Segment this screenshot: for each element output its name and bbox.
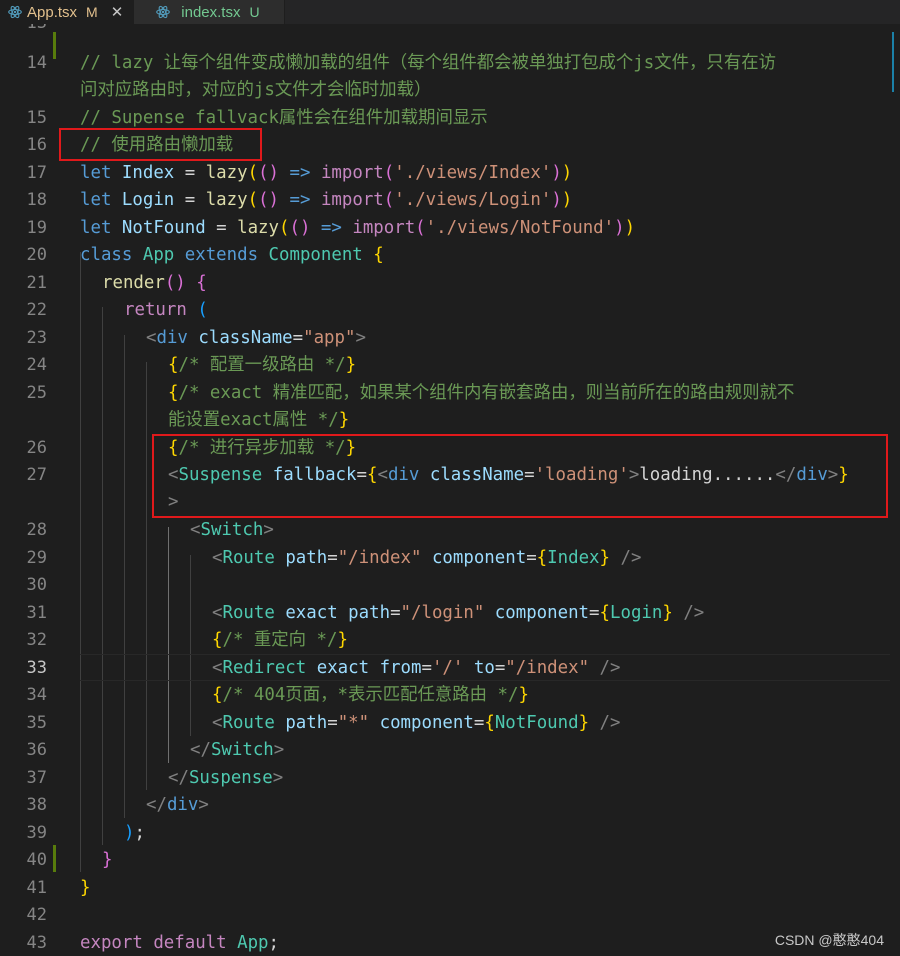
untracked-badge: U <box>249 4 260 20</box>
code-editor[interactable]: 13 14 // lazy 让每个组件变成懒加载的组件（每个组件都会被单独打包成… <box>0 24 900 956</box>
code-line: 36 </Switch> <box>0 737 900 764</box>
line-number: 41 <box>26 878 47 898</box>
tab-app-tsx[interactable]: App.tsx M ✕ <box>0 0 135 24</box>
code-text: <Route path="*" component={NotFound} /> <box>212 713 621 733</box>
code-text: class App extends Component { <box>80 245 384 265</box>
line-number: 26 <box>26 438 47 458</box>
code-line: 24 {/* 配置一级路由 */} <box>0 352 900 379</box>
line-number: 16 <box>26 135 47 155</box>
code-line: 39 ); <box>0 820 900 847</box>
code-text: {/* 404页面，*表示匹配任意路由 */} <box>212 685 529 705</box>
tab-label: App.tsx <box>27 3 78 21</box>
watermark: CSDN @憨憨404 <box>774 932 884 948</box>
code-text: </Switch> <box>190 740 285 760</box>
line-number: 21 <box>26 273 47 293</box>
code-line: 19 let NotFound = lazy(() => import('./v… <box>0 215 900 242</box>
line-number: 34 <box>26 685 47 705</box>
comment-text: // lazy 让每个组件变成懒加载的组件（每个组件都会被单独打包成个js文件，… <box>80 53 776 73</box>
code-text: } <box>80 878 91 898</box>
line-number: 43 <box>26 933 47 953</box>
code-line: 40 } <box>0 847 900 874</box>
code-text: {/* exact 精准匹配，如果某个组件内有嵌套路由，则当前所在的路由规则就不 <box>168 383 795 403</box>
react-icon <box>156 5 171 19</box>
line-number: 17 <box>26 163 47 183</box>
code-line: 35 <Route path="*" component={NotFound} … <box>0 710 900 737</box>
code-line: 28 <Switch> <box>0 517 900 544</box>
code-text: let NotFound = lazy(() => import('./view… <box>80 218 636 238</box>
code-text: let Login = lazy(() => import('./views/L… <box>80 190 573 210</box>
line-number: 28 <box>26 520 47 540</box>
line-number: 38 <box>26 795 47 815</box>
code-line: 32 {/* 重定向 */} <box>0 627 900 654</box>
line-number: 15 <box>26 108 47 128</box>
code-line: 30 <box>0 572 900 599</box>
code-text: <Route exact path="/login" component={Lo… <box>212 603 705 623</box>
line-number: 23 <box>26 328 47 348</box>
line-number: 40 <box>26 850 47 870</box>
code-text: <Redirect exact from='/' to="/index" /> <box>212 658 621 678</box>
line-number: 24 <box>26 355 47 375</box>
tab-index-tsx[interactable]: index.tsx U <box>134 0 285 24</box>
line-number: 14 <box>26 53 47 73</box>
line-number: 30 <box>26 575 47 595</box>
code-text: 能设置exact属性 */} <box>168 410 350 430</box>
code-text: </Suspense> <box>168 768 284 788</box>
code-line: 20 class App extends Component { <box>0 242 900 269</box>
code-text: let Index = lazy(() => import('./views/I… <box>80 163 573 183</box>
code-line: 31 <Route exact path="/login" component=… <box>0 600 900 627</box>
code-line: 38 </div> <box>0 792 900 819</box>
code-line: 42 <box>0 902 900 929</box>
line-number: 18 <box>26 190 47 210</box>
code-text: <Switch> <box>190 520 274 540</box>
code-text: export default App; <box>80 933 279 953</box>
line-number: 27 <box>26 465 47 485</box>
comment-text: 问对应路由时，对应的js文件才会临时加载） <box>80 80 432 100</box>
code-text: <div className="app"> <box>146 328 366 348</box>
code-text: render() { <box>102 273 207 293</box>
code-text: <Route path="/index" component={Index} /… <box>212 548 642 568</box>
annotation-box <box>152 434 888 518</box>
code-line: 29 <Route path="/index" component={Index… <box>0 545 900 572</box>
code-line: 22 return ( <box>0 297 900 324</box>
line-number: 20 <box>26 245 47 265</box>
annotation-box <box>59 128 262 161</box>
code-line: 14 // lazy 让每个组件变成懒加载的组件（每个组件都会被单独打包成个js… <box>0 50 900 104</box>
tab-label: index.tsx <box>181 3 241 21</box>
code-line: 25 {/* exact 精准匹配，如果某个组件内有嵌套路由，则当前所在的路由规… <box>0 380 900 434</box>
code-line: 23 <div className="app"> <box>0 325 900 352</box>
line-number: 29 <box>26 548 47 568</box>
modified-badge: M <box>86 4 98 20</box>
code-text: return ( <box>124 300 208 320</box>
line-number: 39 <box>26 823 47 843</box>
code-line: 18 let Login = lazy(() => import('./view… <box>0 187 900 214</box>
line-number: 22 <box>26 300 47 320</box>
code-text: </div> <box>146 795 209 815</box>
line-number: 25 <box>26 383 47 403</box>
code-text: ); <box>124 823 145 843</box>
code-line: 37 </Suspense> <box>0 765 900 792</box>
code-line: 13 <box>0 24 900 37</box>
code-line: 17 let Index = lazy(() => import('./view… <box>0 160 900 187</box>
code-text: {/* 重定向 */} <box>212 630 348 650</box>
tab-bar: App.tsx M ✕ index.tsx U <box>0 0 900 24</box>
line-number: 31 <box>26 603 47 623</box>
line-number: 36 <box>26 740 47 760</box>
code-line: 33 <Redirect exact from='/' to="/index" … <box>0 655 900 682</box>
code-line: 34 {/* 404页面，*表示匹配任意路由 */} <box>0 682 900 709</box>
line-number: 37 <box>26 768 47 788</box>
line-number: 19 <box>26 218 47 238</box>
line-number: 35 <box>26 713 47 733</box>
close-icon[interactable]: ✕ <box>111 3 124 21</box>
code-text: {/* 配置一级路由 */} <box>168 355 357 375</box>
code-line: 43 export default App; <box>0 930 900 956</box>
line-number: 42 <box>26 905 47 925</box>
line-number: 32 <box>26 630 47 650</box>
line-number: 33 <box>26 658 47 678</box>
code-line: 41 } <box>0 875 900 902</box>
code-text: } <box>102 850 113 870</box>
react-icon <box>8 5 22 19</box>
code-line: 21 render() { <box>0 270 900 297</box>
line-number: 13 <box>0 24 47 37</box>
